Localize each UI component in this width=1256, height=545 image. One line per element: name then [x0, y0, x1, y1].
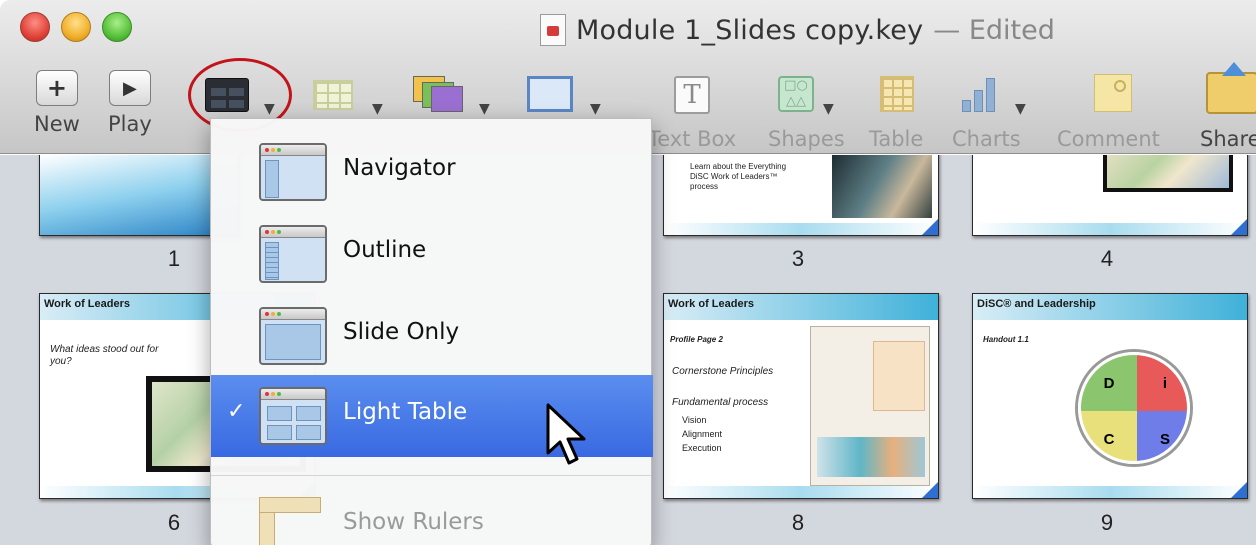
slide-number: 3 — [791, 246, 805, 271]
toolbar-charts-label[interactable]: Charts — [952, 127, 1021, 151]
slide-corner-marker — [1231, 219, 1247, 235]
slide-size-icon[interactable] — [527, 76, 573, 112]
slide-corner-marker — [922, 219, 938, 235]
menu-item-label: Show Rulers — [343, 509, 484, 535]
slide-bullet-text: Learn about the Everything DiSC Work of … — [690, 162, 787, 191]
slide-thumbnail[interactable]: Learn about the Everything DiSC Work of … — [663, 155, 939, 236]
themes-chevron-down-icon[interactable]: ▼ — [479, 101, 490, 117]
disc-quadrant: C — [1081, 411, 1137, 461]
play-icon: ▶ — [108, 70, 151, 106]
slide-text-line: Fundamental process — [672, 397, 769, 408]
disc-quadrant: S — [1137, 411, 1187, 461]
slide-number: 4 — [1100, 246, 1114, 271]
slide-thumbnail[interactable] — [39, 155, 239, 236]
slide-number: 1 — [167, 246, 181, 271]
themes-icon[interactable] — [413, 76, 465, 114]
toolbar-new-label: New — [34, 112, 80, 136]
zoom-window-button[interactable] — [102, 12, 132, 42]
text-box-icon[interactable]: T — [674, 76, 710, 114]
keynote-document-icon — [540, 14, 566, 46]
slide-body-text: What ideas stood out for you? — [50, 344, 159, 367]
slide-thumbnail[interactable]: Work of Leaders Profile Page 2 Cornersto… — [663, 293, 939, 499]
outline-view-icon — [259, 225, 327, 283]
slide-bullet: Alignment — [682, 429, 723, 439]
rulers-icon — [259, 497, 321, 545]
table-icon[interactable] — [880, 76, 914, 112]
menu-item-navigator[interactable]: Navigator — [211, 131, 653, 213]
slide-corner-marker — [922, 482, 938, 498]
slide-number: 6 — [167, 510, 181, 535]
document-title-area: Module 1_Slides copy.key — Edited — [540, 13, 1055, 47]
slide-profile-page-image — [810, 326, 930, 486]
slide-background-art — [40, 155, 238, 235]
masters-chevron-down-icon[interactable]: ▼ — [372, 101, 383, 117]
slide-title: Work of Leaders — [668, 298, 754, 310]
slide-bullet: Execution — [682, 443, 722, 453]
slide-text-line: Cornerstone Principles — [672, 366, 774, 377]
menu-item-label: Light Table — [343, 399, 468, 425]
slide-title: Work of Leaders — [44, 298, 130, 310]
close-window-button[interactable] — [20, 12, 50, 42]
minimize-window-button[interactable] — [61, 12, 91, 42]
charts-chevron-down-icon[interactable]: ▼ — [1015, 101, 1026, 117]
menu-separator — [211, 475, 651, 476]
disc-quadrant: i — [1137, 355, 1187, 411]
menu-item-label: Slide Only — [343, 319, 460, 345]
disc-model-circle: D i C S — [1078, 352, 1190, 464]
menu-item-outline[interactable]: Outline — [211, 213, 653, 295]
menu-item-slide-only[interactable]: Slide Only — [211, 295, 653, 377]
menu-item-show-rulers[interactable]: Show Rulers — [211, 485, 653, 545]
slide-subtitle: Profile Page 2 — [670, 335, 723, 344]
slide-thumbnail[interactable]: DiSC® and Leadership Handout 1.1 D i C S — [972, 293, 1248, 499]
slide-number: 8 — [791, 510, 805, 535]
share-icon[interactable] — [1206, 62, 1256, 114]
toolbar-share-label[interactable]: Share — [1200, 127, 1256, 151]
slide-thumbnail[interactable] — [972, 155, 1248, 236]
toolbar-comment-label[interactable]: Comment — [1057, 127, 1160, 151]
slide-subtitle: Handout 1.1 — [983, 335, 1029, 344]
menu-item-label: Navigator — [343, 155, 456, 181]
toolbar-textbox-label[interactable]: Text Box — [648, 127, 736, 151]
menu-item-label: Outline — [343, 237, 427, 263]
toolbar-play[interactable]: ▶ Play — [108, 70, 152, 136]
shapes-chevron-down-icon[interactable]: ▼ — [823, 101, 834, 117]
slide-number: 9 — [1100, 510, 1114, 535]
navigator-view-icon — [259, 143, 327, 201]
document-edited-status: — Edited — [933, 14, 1055, 46]
toolbar-table-label[interactable]: Table — [869, 127, 923, 151]
document-title: Module 1_Slides copy.key — [576, 14, 924, 46]
disc-quadrant: D — [1081, 355, 1137, 411]
masters-grid-icon[interactable] — [313, 80, 353, 110]
toolbar-new[interactable]: + New — [34, 70, 80, 136]
slide-size-chevron-down-icon[interactable]: ▼ — [590, 101, 601, 117]
toolbar-shapes-label[interactable]: Shapes — [768, 127, 845, 151]
view-dropdown-menu: Navigator Outline Slide Only ✓ Light Tab… — [210, 118, 653, 545]
slide-photo — [832, 155, 932, 218]
comment-icon[interactable] — [1094, 74, 1132, 112]
toolbar-play-label: Play — [108, 112, 152, 136]
checkmark-icon: ✓ — [227, 399, 246, 424]
slide-map-image — [1103, 155, 1233, 192]
shapes-icon[interactable]: □○ △△ — [778, 76, 814, 112]
slide-title: DiSC® and Leadership — [977, 298, 1096, 310]
slide-only-view-icon — [259, 307, 327, 365]
mouse-pointer-icon — [546, 403, 586, 465]
charts-icon[interactable] — [960, 76, 1000, 112]
light-table-view-icon — [259, 387, 327, 445]
plus-icon: + — [35, 70, 78, 106]
slide-bullet: Vision — [682, 415, 707, 425]
slide-corner-marker — [1231, 482, 1247, 498]
